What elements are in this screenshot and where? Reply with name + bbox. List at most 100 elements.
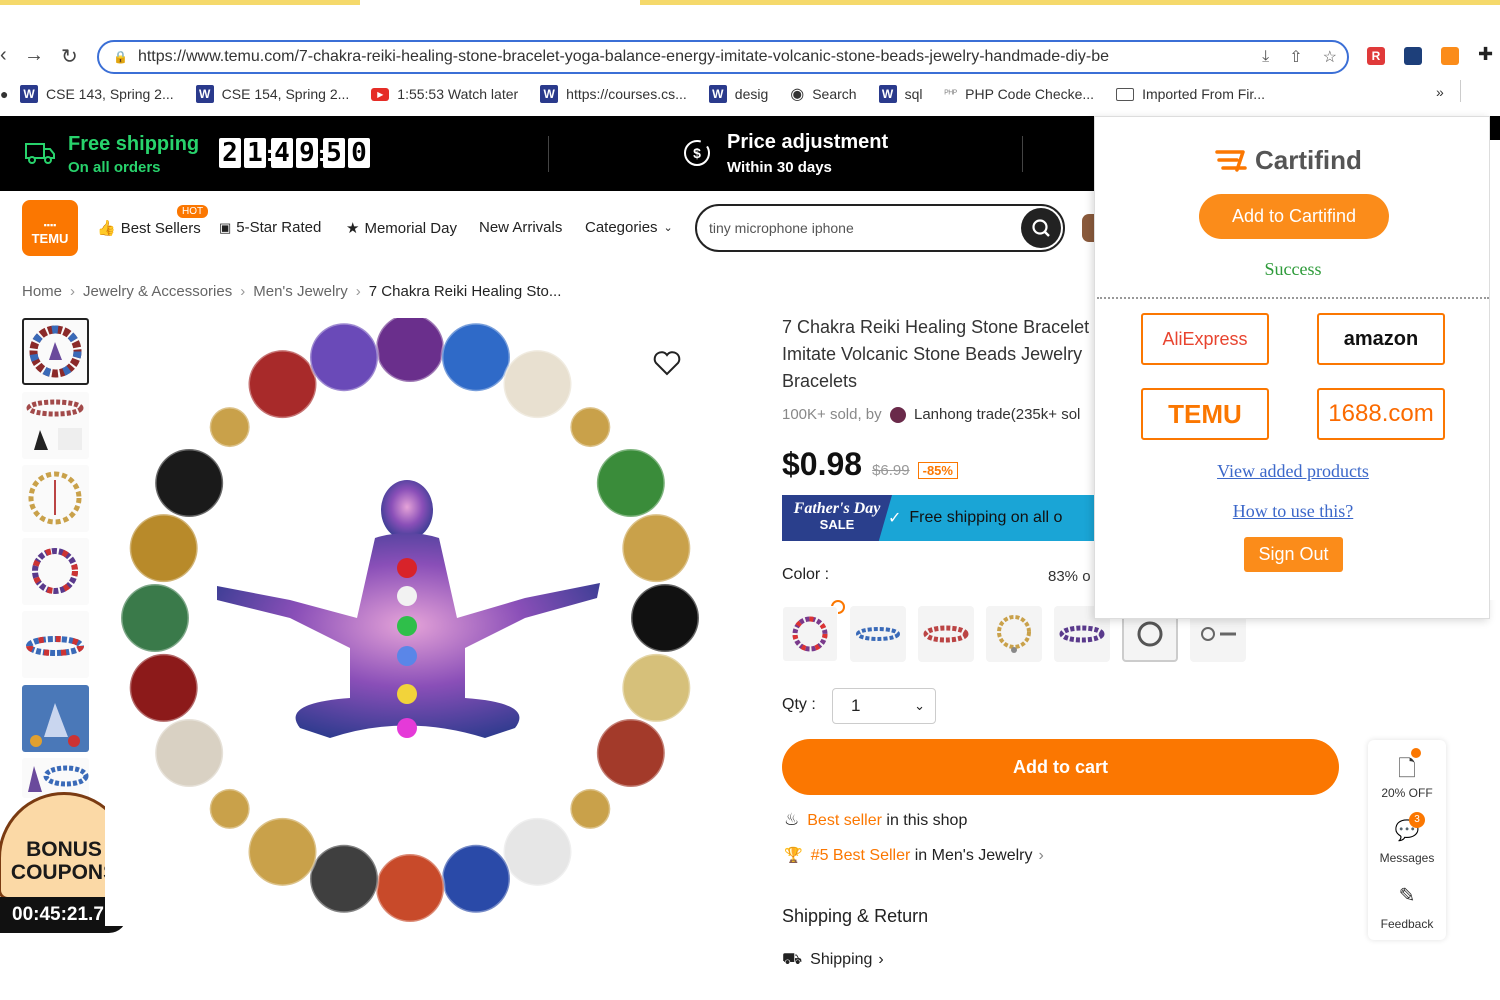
feedback-label[interactable]: Feedback: [1368, 917, 1446, 931]
nav-best-sellers[interactable]: 👍 Best Sellers HOT: [97, 205, 209, 237]
forward-arrow-icon[interactable]: →: [24, 44, 44, 67]
store-aliexpress[interactable]: AliExpress: [1141, 313, 1269, 365]
product-main-image[interactable]: [105, 312, 715, 926]
store-1688[interactable]: 1688.com: [1317, 388, 1445, 440]
messages-label[interactable]: Messages: [1368, 851, 1446, 865]
cartifind-logo-icon: [1215, 149, 1247, 172]
bookmark-item[interactable]: Wsql: [878, 85, 923, 103]
heart-icon[interactable]: [653, 351, 681, 376]
nav-new-arrivals[interactable]: New Arrivals: [479, 219, 562, 236]
bookmark-item[interactable]: ▶ 1:55:53 Watch later: [371, 86, 518, 102]
bookmark-item[interactable]: Wdesig: [708, 85, 768, 103]
bookmarks-overflow[interactable]: »: [1436, 84, 1444, 100]
shipping-label: Shipping: [810, 951, 873, 968]
search-button[interactable]: [1021, 208, 1061, 248]
chevron-down-icon: ⌄: [663, 222, 673, 234]
countdown-digit: 2: [219, 138, 241, 168]
free-shipping-title: Free shipping: [68, 133, 200, 155]
thumbnail-6[interactable]: [22, 685, 89, 752]
color-swatch-3[interactable]: [918, 606, 974, 662]
thumbnail-1[interactable]: [22, 318, 89, 385]
nav-five-star[interactable]: ▣ 5-Star Rated: [219, 219, 321, 236]
php-icon: ᴾᴴᴾ: [944, 88, 958, 100]
reload-icon[interactable]: ↻: [61, 44, 78, 69]
bookmark-item[interactable]: Imported From Fir...: [1116, 86, 1265, 102]
messages-icon[interactable]: 💬: [1368, 818, 1446, 843]
bead: [208, 787, 252, 831]
sign-out-button[interactable]: Sign Out: [1244, 537, 1343, 572]
color-swatch-2[interactable]: [850, 606, 906, 662]
cartifind-logo: Cartifind: [1215, 145, 1362, 176]
bookmark-item[interactable]: ◉ Search: [790, 84, 856, 104]
search-icon: [1032, 219, 1050, 237]
search-input[interactable]: [709, 220, 1009, 236]
how-to-use-link[interactable]: How to use this?: [1095, 501, 1491, 522]
breadcrumb-mens-jewelry[interactable]: Men's Jewelry: [253, 283, 348, 300]
messages-badge: 3: [1409, 812, 1425, 828]
truck-icon: [25, 143, 55, 164]
feedback-icon[interactable]: ✎: [1368, 883, 1446, 908]
store-amazon[interactable]: amazon: [1317, 313, 1445, 365]
back-arrow-icon[interactable]: ‹: [0, 44, 7, 67]
extension-cartifind-icon[interactable]: [1441, 47, 1459, 65]
w-icon: W: [878, 85, 897, 103]
extension-r-icon[interactable]: R: [1367, 47, 1385, 65]
seller-avatar: [889, 407, 906, 424]
add-to-cart-button[interactable]: Add to cart: [782, 739, 1339, 795]
bookmark-label: Imported From Fir...: [1142, 86, 1265, 102]
extensions-puzzle-icon[interactable]: ✚: [1478, 44, 1493, 65]
shipping-row[interactable]: ⛟ Shipping ›: [782, 950, 884, 970]
off-label[interactable]: 20% OFF: [1368, 786, 1446, 800]
thumbnail-2[interactable]: [22, 392, 89, 459]
banner-event-line1: Father's Day: [793, 500, 881, 517]
bookmark-label: sql: [904, 86, 923, 102]
breadcrumb-separator: ›: [70, 283, 76, 300]
address-bar[interactable]: 🔒 https://www.temu.com/7-chakra-reiki-he…: [97, 40, 1349, 74]
thumbnail-3[interactable]: [22, 465, 89, 532]
bookmark-item[interactable]: ᴾᴴᴾ PHP Code Checke...: [944, 86, 1094, 102]
bracelet-thumbnail-image: [29, 325, 82, 378]
divider: [548, 136, 549, 172]
view-added-products-link[interactable]: View added products: [1095, 461, 1491, 482]
breadcrumb-jewelry[interactable]: Jewelry & Accessories: [83, 283, 232, 300]
bead: [374, 312, 446, 384]
thumbnail-5[interactable]: [22, 611, 89, 678]
nav-label: Memorial Day: [364, 219, 457, 237]
color-swatch-1[interactable]: [782, 606, 838, 662]
thumbnail-4[interactable]: [22, 538, 89, 605]
bead: [568, 405, 612, 449]
bead: [247, 348, 318, 420]
seller-name[interactable]: Lanhong trade(235k+ sol: [914, 406, 1080, 423]
extension-grid-icon[interactable]: [1404, 47, 1422, 65]
store-temu[interactable]: TEMU: [1141, 388, 1269, 440]
bookmark-star-icon[interactable]: ☆: [1323, 47, 1337, 67]
share-icon[interactable]: ⇧: [1289, 47, 1302, 67]
bracelet-swatch-image: [923, 625, 969, 643]
star-icon: ★: [346, 220, 360, 237]
rank-row[interactable]: 🏆 #5 Best Seller in Men's Jewelry ›: [784, 846, 1044, 865]
breadcrumb-home[interactable]: Home: [22, 283, 62, 300]
coupon-icon[interactable]: 🗋: [1368, 752, 1446, 790]
nav-label: 5-Star Rated: [236, 219, 322, 236]
bead: [153, 717, 225, 789]
tab-strip-accent: [0, 0, 360, 5]
url-text[interactable]: https://www.temu.com/7-chakra-reiki-heal…: [138, 48, 1252, 66]
banner-event-line2: SALE: [819, 517, 855, 532]
bookmark-item[interactable]: W CSE 154, Spring 2...: [195, 85, 349, 103]
bookmarks-bar: ● W CSE 143, Spring 2... W CSE 154, Spring…: [0, 80, 1500, 106]
nav-categories[interactable]: Categories ⌄: [585, 219, 673, 236]
install-icon[interactable]: ⤓: [1262, 48, 1269, 66]
best-seller-row: ♨ Best seller in this shop: [784, 810, 967, 830]
add-to-cartifind-button[interactable]: Add to Cartifind: [1199, 194, 1389, 239]
nav-memorial-day[interactable]: ★ Memorial Day: [346, 219, 457, 238]
bookmark-item[interactable]: W CSE 143, Spring 2...: [20, 85, 174, 103]
product-title: 7 Chakra Reiki Healing Stone Bracelet Im…: [782, 317, 1090, 391]
discount-badge: -85%: [917, 462, 958, 479]
qty-select[interactable]: 1 ⌄: [832, 688, 936, 724]
temu-logo[interactable]: ▪▪▪▪ TEMU: [22, 200, 78, 256]
bookmark-item[interactable]: Whttps://courses.cs...: [540, 85, 687, 103]
bookmark-label: https://courses.cs...: [566, 86, 687, 102]
fathers-day-banner[interactable]: Father's Day SALE ✓ Free shipping on all…: [782, 495, 1102, 541]
breadcrumb-separator: ›: [240, 283, 246, 300]
color-swatch-4[interactable]: [986, 606, 1042, 662]
